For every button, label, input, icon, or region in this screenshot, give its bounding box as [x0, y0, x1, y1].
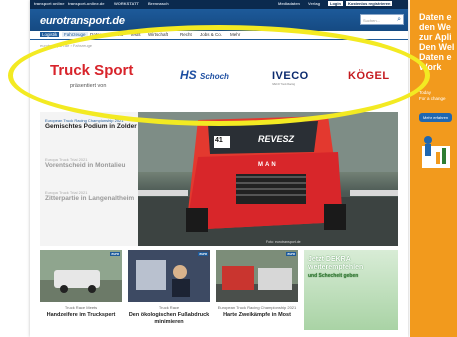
tile-category: Truck Race — [158, 305, 180, 310]
tile-title: Harte Zweikämpfe in Most — [223, 312, 291, 318]
nav-item-mehr[interactable]: Mehr — [230, 32, 240, 37]
sidebar-ad-small-line: For a change — [419, 96, 446, 101]
truck-illustration — [138, 112, 398, 246]
nav-item-jobs[interactable]: Jobs & Co. — [200, 32, 222, 37]
tile-category: Truck Race Meets — [64, 305, 98, 310]
dekra-ad-tile[interactable]: Jetzt DEKRA weiterempfehlen und Schechei… — [304, 250, 398, 337]
nav-item-fahrzeuge[interactable]: Fahrzeuge — [62, 32, 88, 37]
tile-title: Den ökologischen Fußabdruck minimieren — [128, 312, 210, 325]
article-tile[interactable]: euro Truck Race Meets Handzeifere im Tru… — [40, 250, 122, 337]
sidebar-ad-line: Daten e — [419, 12, 452, 22]
article-tile[interactable]: euro Truck Race Den ökologischen Fußabdr… — [128, 250, 210, 337]
nav-item-tests[interactable]: Tests — [130, 32, 141, 37]
main-nav: Logistik Fahrzeuge Daten News Tests Wirt… — [30, 31, 408, 40]
article-tile[interactable]: euro European Truck Racing Championship … — [216, 250, 298, 337]
tile-photo — [216, 250, 298, 302]
sidebar-ad-headline: Daten e den We zur Apli Den Wel Daten e … — [419, 12, 454, 72]
hero-truck-photo[interactable]: 41 REVESZ MAN — [138, 112, 398, 246]
sidebar-ad-line: den We — [419, 22, 451, 32]
register-button[interactable]: Kostenlos registrieren — [346, 1, 393, 6]
photo-caption: Foto: eurotransport.de — [266, 240, 301, 244]
search-placeholder: Suchen... — [363, 18, 380, 23]
hero-section: European Truck Racing Championship 2021 … — [40, 112, 398, 246]
verlag-link[interactable]: Verlag — [308, 1, 320, 6]
search-input[interactable]: Suchen... ⌕ — [360, 14, 404, 25]
truck-number: 41 — [215, 137, 223, 144]
article-tiles: euro Truck Race Meets Handzeifere im Tru… — [40, 250, 398, 337]
article-title: Vorentscheid in Montalieu — [45, 162, 126, 169]
sidebar-ad-line: Work — [419, 62, 442, 72]
hero-article-list: European Truck Racing Championship 2021 … — [40, 112, 138, 246]
sidebar-ad-small-text: Today For a change — [419, 90, 446, 102]
banner-subtitle: präsentiert von — [70, 83, 107, 89]
tile-category: European Truck Racing Championship 2021 — [217, 305, 297, 310]
truck-brand: MAN — [258, 162, 278, 168]
site-header: eurotransport.de Suchen... ⌕ — [30, 9, 408, 31]
topbar-link[interactable]: transport online — [34, 1, 64, 6]
mediadaten-link[interactable]: Mediadaten — [278, 1, 300, 6]
hs-schoch-logo: HS Schoch — [180, 68, 229, 82]
hs-logo-mark: HS — [180, 68, 197, 82]
dekra-line: weiterempfehlen — [308, 264, 364, 271]
tile-badge: euro — [110, 252, 120, 256]
tile-photo — [128, 250, 210, 302]
tile-image: euro — [216, 250, 298, 302]
login-button[interactable]: Login — [328, 1, 343, 6]
nav-item-recht[interactable]: Recht — [180, 32, 192, 37]
sidebar-ad-line: Den Wel — [419, 42, 455, 52]
sidebar-ad-line: Daten e — [419, 52, 452, 62]
topbar-link[interactable]: Brennasch — [148, 1, 169, 6]
article-title: Gemischtes Podium in Zolder — [45, 123, 137, 130]
dekra-line: Jetzt DEKRA — [308, 256, 351, 263]
tile-badge: euro — [286, 252, 296, 256]
sidebar-ad-button[interactable]: Mehr erfahren — [419, 113, 453, 122]
hero-article[interactable]: Europa Truck Trial 2021 Vorentscheid in … — [45, 157, 125, 170]
sidebar-ad-small-line: Today — [419, 90, 432, 95]
article-title: Zitterpartie in Langenaltheim — [45, 195, 135, 202]
topbar-link[interactable]: transport-online.de — [68, 1, 104, 6]
hero-article[interactable]: European Truck Racing Championship 2021 … — [45, 118, 137, 131]
dekra-ad-image: Jetzt DEKRA weiterempfehlen und Schechei… — [304, 250, 398, 330]
truck-sport-banner[interactable]: Truck Sport präsentiert von HS Schoch IV… — [40, 52, 398, 104]
truck-sponsor-text: REVESZ — [258, 134, 295, 144]
iveco-subtitle: IVECO Truck Racing — [272, 83, 296, 86]
iveco-logo: IVECO — [272, 70, 309, 82]
tile-image: euro — [40, 250, 122, 302]
top-bar: transport online transport-online.de WOR… — [30, 0, 408, 9]
nav-item-daten[interactable]: Daten — [90, 32, 102, 37]
search-icon[interactable]: ⌕ — [397, 16, 401, 24]
tile-image: euro — [128, 250, 210, 302]
tile-badge: euro — [198, 252, 208, 256]
nav-item-wirtschaft[interactable]: Wirtschaft — [148, 32, 168, 37]
sidebar-ad-illustration — [422, 136, 450, 168]
site-logo[interactable]: eurotransport.de — [40, 15, 125, 27]
tile-title: Handzeifere im Truckspert — [46, 312, 116, 318]
breadcrumb[interactable]: eurotransport.de › Fahrzeuge — [40, 43, 92, 48]
dekra-line: und Schecheit geben — [308, 273, 359, 279]
banner-title: Truck Sport — [50, 62, 134, 79]
page: transport online transport-online.de WOR… — [30, 0, 408, 337]
kogel-logo: KÖGEL — [348, 70, 390, 82]
nav-item-news[interactable]: News — [112, 32, 123, 37]
sidebar-advertisement[interactable]: Daten e den We zur Apli Den Wel Daten e … — [410, 0, 457, 337]
schoch-logo-text: Schoch — [200, 72, 229, 81]
nav-item-logistik[interactable]: Logistik — [40, 32, 60, 37]
topbar-link[interactable]: WORKSTATT — [114, 1, 139, 6]
hero-article[interactable]: Europa Truck Trial 2021 Zitterpartie in … — [45, 190, 134, 203]
tile-photo — [40, 250, 122, 302]
sidebar-ad-line: zur Apli — [419, 32, 452, 42]
dekra-ad-text: Jetzt DEKRA weiterempfehlen und Schechei… — [308, 256, 363, 280]
